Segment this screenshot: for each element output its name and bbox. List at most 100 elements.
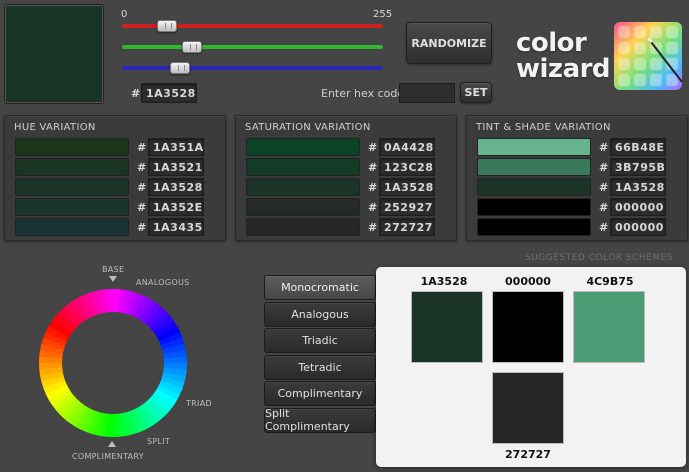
- scheme-result-panel: 1A3528 000000 4C9B75 272727: [376, 267, 686, 467]
- current-hex-hash: #: [131, 87, 141, 100]
- blue-slider-thumb[interactable]: [169, 62, 190, 74]
- variation-hex-value: 1A352E: [148, 198, 204, 216]
- variation-row[interactable]: #1A3528: [477, 178, 687, 196]
- panel-title: HUE VARIATION: [14, 122, 96, 133]
- scheme-button-triadic[interactable]: Triadic: [264, 328, 376, 353]
- variation-swatch[interactable]: [246, 218, 360, 236]
- variation-row[interactable]: #1A3528: [15, 178, 225, 196]
- scheme-button-tetradic[interactable]: Tetradic: [264, 354, 376, 380]
- variation-row[interactable]: #252927: [246, 198, 456, 216]
- variation-hex-value: 1A351A: [148, 138, 204, 156]
- hex-entry-label: Enter hex code:: [321, 87, 408, 100]
- result-hex-label: 000000: [505, 275, 551, 288]
- scheme-button-complimentary[interactable]: Complimentary: [264, 381, 376, 406]
- complimentary-marker-icon: [108, 441, 116, 447]
- base-marker-icon: [109, 276, 117, 282]
- variation-hex-value: 000000: [610, 198, 666, 216]
- variation-row[interactable]: #000000: [477, 198, 687, 216]
- variation-hash: #: [137, 201, 147, 214]
- result-hex-label: 4C9B75: [586, 275, 634, 288]
- variation-swatch[interactable]: [15, 138, 129, 156]
- variation-swatch[interactable]: [477, 158, 591, 176]
- variation-row[interactable]: #123C28: [246, 158, 456, 176]
- variation-row[interactable]: #1A3435: [15, 218, 225, 236]
- logo-line-1: color: [516, 28, 587, 58]
- slider-min-label: 0: [121, 9, 128, 20]
- scheme-button-monocromatic[interactable]: Monocromatic: [264, 275, 376, 300]
- randomize-button[interactable]: RANDOMIZE: [406, 22, 492, 64]
- result-hex-label: 272727: [505, 448, 551, 461]
- variation-swatch[interactable]: [15, 178, 129, 196]
- variation-hex-value: 1A3528: [610, 178, 666, 196]
- variation-row[interactable]: #272727: [246, 218, 456, 236]
- variation-swatch[interactable]: [477, 218, 591, 236]
- variation-hex-value: 1A3521: [148, 158, 204, 176]
- result-swatch: [573, 291, 645, 363]
- saturation-variation-panel: SATURATION VARIATION #0A4428 #123C28 #1A35…: [235, 115, 457, 241]
- scheme-button-split-complimentary[interactable]: Split Complimentary: [264, 407, 376, 433]
- variation-hash: #: [137, 221, 147, 234]
- set-button[interactable]: SET: [460, 82, 492, 103]
- variation-row[interactable]: #1A3528: [246, 178, 456, 196]
- variation-hash: #: [599, 221, 609, 234]
- suggested-schemes-title: SUGGESTED COLOR SCHEMES: [525, 253, 673, 263]
- hex-code-input[interactable]: [399, 83, 455, 103]
- variation-row[interactable]: #0A4428: [246, 138, 456, 156]
- variation-swatch[interactable]: [246, 198, 360, 216]
- variation-hash: #: [368, 201, 378, 214]
- variation-hash: #: [368, 141, 378, 154]
- wheel-label-split: SPLIT: [147, 437, 171, 446]
- current-color-preview: [4, 4, 104, 104]
- variation-hash: #: [137, 181, 147, 194]
- variation-swatch[interactable]: [246, 138, 360, 156]
- color-wheel[interactable]: [38, 288, 188, 438]
- variation-row[interactable]: #000000: [477, 218, 687, 236]
- variation-row[interactable]: #1A3521: [15, 158, 225, 176]
- variation-hash: #: [599, 181, 609, 194]
- scheme-button-analogous[interactable]: Analogous: [264, 301, 376, 327]
- variation-swatch[interactable]: [477, 198, 591, 216]
- variation-hash: #: [368, 181, 378, 194]
- green-slider-thumb[interactable]: [182, 41, 203, 53]
- slider-max-label: 255: [373, 9, 393, 20]
- result-swatch: [492, 372, 564, 444]
- variation-row[interactable]: #3B795B: [477, 158, 687, 176]
- variation-hash: #: [368, 221, 378, 234]
- variation-swatch[interactable]: [15, 218, 129, 236]
- panel-title: TINT & SHADE VARIATION: [476, 122, 611, 133]
- variation-hex-value: 66B48E: [610, 138, 666, 156]
- variation-row[interactable]: #1A352E: [15, 198, 225, 216]
- result-hex-label: 1A3528: [420, 275, 468, 288]
- blue-slider-track[interactable]: [122, 66, 383, 70]
- hue-variation-panel: HUE VARIATION #1A351A #1A3521 #1A3528 #1A35…: [4, 115, 226, 241]
- variation-hash: #: [137, 161, 147, 174]
- variation-hash: #: [368, 161, 378, 174]
- variation-row[interactable]: #66B48E: [477, 138, 687, 156]
- logo: color wizard: [516, 28, 611, 84]
- variation-hex-value: 1A3528: [148, 178, 204, 196]
- variation-swatch[interactable]: [15, 198, 129, 216]
- variation-hex-value: 000000: [610, 218, 666, 236]
- variation-swatch[interactable]: [477, 178, 591, 196]
- variation-hash: #: [137, 141, 147, 154]
- result-swatch: [492, 291, 564, 363]
- variation-swatch[interactable]: [246, 158, 360, 176]
- variation-hex-value: 1A3435: [148, 218, 204, 236]
- variation-hash: #: [599, 141, 609, 154]
- variation-hex-value: 272727: [379, 218, 435, 236]
- wheel-label-analogous: ANALOGOUS: [136, 278, 190, 287]
- wheel-label-base: BASE: [102, 265, 125, 274]
- tint-shade-variation-panel: TINT & SHADE VARIATION #66B48E #3B795B #1A…: [466, 115, 688, 241]
- logo-line-2: wizard: [516, 54, 611, 84]
- variation-hex-value: 1A3528: [379, 178, 435, 196]
- variation-swatch[interactable]: [15, 158, 129, 176]
- variation-swatch[interactable]: [246, 178, 360, 196]
- red-slider-thumb[interactable]: [156, 20, 177, 32]
- variation-hex-value: 0A4428: [379, 138, 435, 156]
- panel-title: SATURATION VARIATION: [245, 122, 371, 133]
- variation-swatch[interactable]: [477, 138, 591, 156]
- result-swatch: [411, 291, 483, 363]
- variation-hex-value: 123C28: [379, 158, 435, 176]
- variation-row[interactable]: #1A351A: [15, 138, 225, 156]
- green-slider-track[interactable]: [122, 45, 383, 49]
